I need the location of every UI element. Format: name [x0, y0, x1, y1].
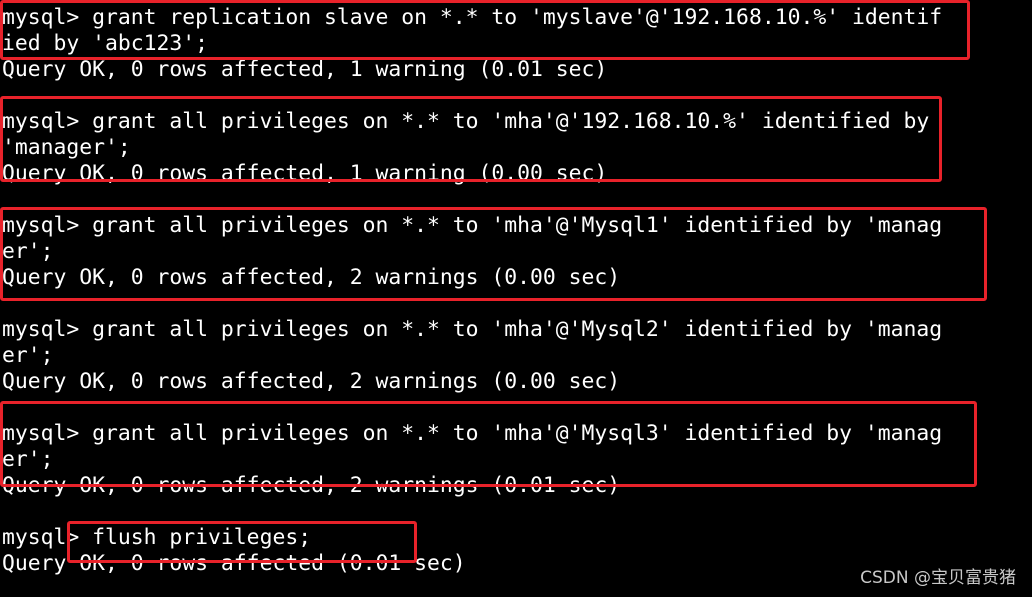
- highlight-box-mha-mysql3-grant: [0, 401, 977, 487]
- watermark: CSDN @宝贝富贵猪: [860, 568, 1016, 588]
- terminal-line: mysql> grant all privileges on *.* to 'm…: [2, 317, 943, 342]
- highlight-box-mha-network-grant: [0, 96, 942, 182]
- highlight-box-replication-grant: [0, 0, 970, 60]
- terminal-line: er';: [2, 343, 54, 368]
- highlight-box-flush-privileges: [67, 521, 417, 563]
- terminal-line: Query OK, 0 rows affected, 2 warnings (0…: [2, 369, 621, 394]
- highlight-box-mha-mysql1-grant: [0, 207, 987, 301]
- terminal-line: Query OK, 0 rows affected, 1 warning (0.…: [2, 57, 608, 82]
